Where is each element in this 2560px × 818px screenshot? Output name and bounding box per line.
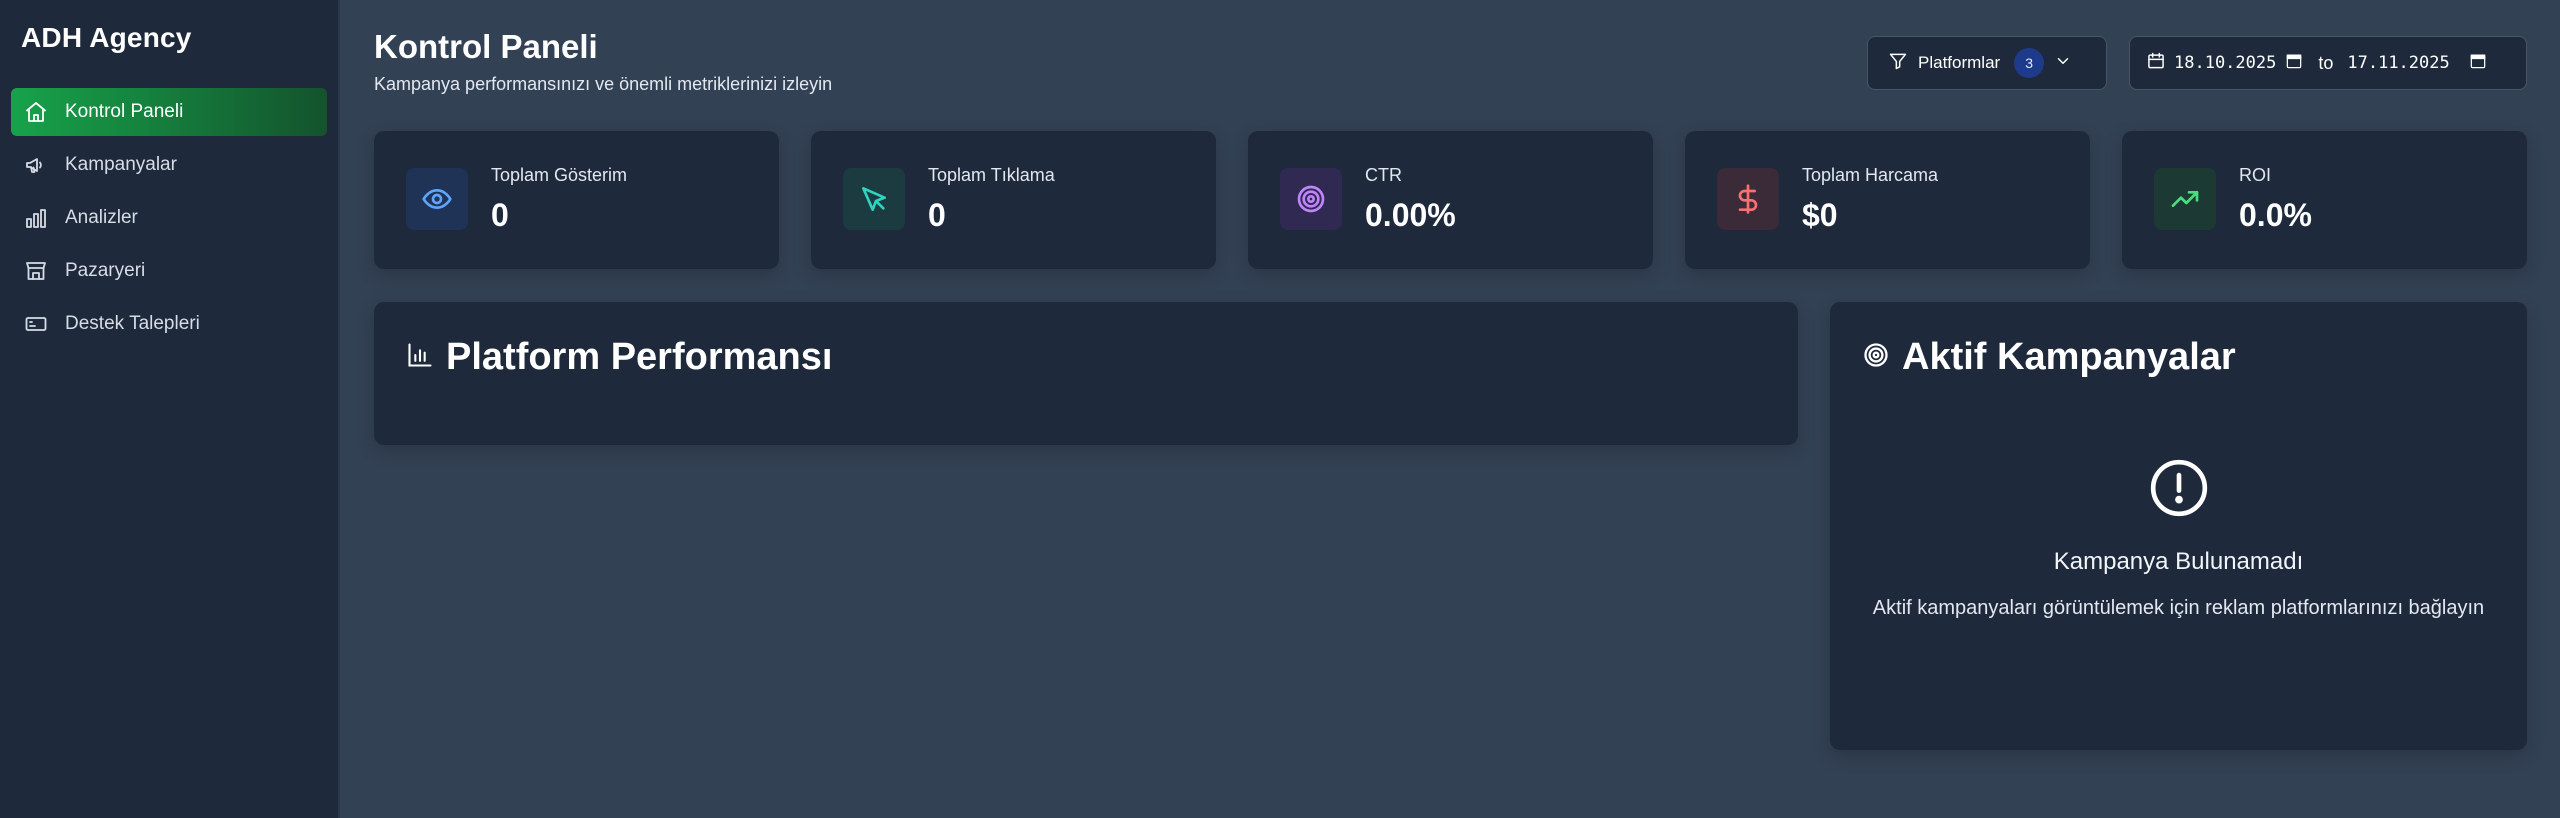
chevron-down-icon <box>2054 52 2072 75</box>
bar-chart-icon <box>23 205 49 231</box>
stat-value: 0.00% <box>1365 197 1456 233</box>
panel-title: Aktif Kampanyalar <box>1862 336 2236 379</box>
sidebar-item-label: Destek Talepleri <box>65 313 200 334</box>
platform-filter-label: Platformlar <box>1918 53 2001 72</box>
empty-state-description: Aktif kampanyaları görüntülemek için rek… <box>1872 597 2485 619</box>
filter-icon <box>1888 51 1908 76</box>
target-icon <box>1280 168 1342 230</box>
home-icon <box>23 99 49 125</box>
empty-state-title: Kampanya Bulunamadı <box>2053 548 2304 575</box>
sidebar-item-kampanyalar[interactable]: Kampanyalar <box>11 141 327 189</box>
stat-value: $0 <box>1802 197 1838 233</box>
store-icon <box>23 258 49 284</box>
sidebar-item-kontrol-paneli[interactable]: Kontrol Paneli <box>11 88 327 136</box>
eye-icon <box>406 168 468 230</box>
stat-label: Toplam Tıklama <box>928 165 1055 185</box>
date-range-picker: 18.10.2025 to 17.11.2025 <box>2129 36 2527 90</box>
date-to-input[interactable]: 17.11.2025 <box>2347 53 2449 73</box>
main-content: Kontrol Paneli Kampanya performansınızı … <box>340 0 2560 818</box>
sidebar-item-label: Pazaryeri <box>65 260 146 281</box>
platform-filter-button[interactable]: Platformlar 3 <box>1867 36 2107 90</box>
megaphone-icon <box>23 152 49 178</box>
panel-title: Platform Performansı <box>406 336 832 379</box>
stat-label: Toplam Gösterim <box>491 165 628 185</box>
cursor-icon <box>843 168 905 230</box>
sidebar-item-label: Analizler <box>65 207 138 228</box>
sidebar-item-label: Kontrol Paneli <box>65 101 184 122</box>
date-range-separator: to <box>2318 52 2334 73</box>
date-from-input[interactable]: 18.10.2025 <box>2174 53 2276 73</box>
stat-value: 0.0% <box>2239 197 2312 233</box>
panel-title-text: Platform Performansı <box>446 336 833 378</box>
dollar-icon <box>1717 168 1779 230</box>
trending-up-icon <box>2154 168 2216 230</box>
stat-card-roi: ROI 0.0% <box>2122 131 2527 269</box>
panel-title-text: Aktif Kampanyalar <box>1902 336 2236 378</box>
date-to-calendar-icon[interactable] <box>2468 51 2488 76</box>
platform-performance-panel: Platform Performansı <box>374 302 1798 445</box>
sidebar: ADH Agency Kontrol Paneli Kampanyalar An… <box>0 0 340 818</box>
stat-card-impressions: Toplam Gösterim 0 <box>374 131 779 269</box>
page-subtitle: Kampanya performansınızı ve önemli metri… <box>374 74 833 94</box>
page-title: Kontrol Paneli <box>374 28 598 65</box>
sidebar-item-pazaryeri[interactable]: Pazaryeri <box>11 247 327 295</box>
stat-label: Toplam Harcama <box>1802 165 1939 185</box>
brand-title: ADH Agency <box>21 22 192 53</box>
sidebar-item-analizler[interactable]: Analizler <box>11 194 327 242</box>
platform-count-badge: 3 <box>2014 48 2045 78</box>
alert-circle-icon <box>2148 457 2210 519</box>
stat-card-spend: Toplam Harcama $0 <box>1685 131 2090 269</box>
active-campaigns-panel: Aktif Kampanyalar Kampanya Bulunamadı Ak… <box>1830 302 2527 750</box>
target-icon <box>1862 336 1890 379</box>
stat-value: 0 <box>928 197 946 233</box>
date-from-calendar-icon[interactable] <box>2284 51 2304 76</box>
ticket-icon <box>23 311 49 337</box>
sidebar-item-label: Kampanyalar <box>65 154 177 175</box>
stat-label: CTR <box>1365 165 1402 185</box>
calendar-icon <box>2146 51 2166 76</box>
stat-value: 0 <box>491 197 509 233</box>
sidebar-item-destek-talepleri[interactable]: Destek Talepleri <box>11 300 327 348</box>
bar-chart-icon <box>406 336 434 379</box>
stat-card-clicks: Toplam Tıklama 0 <box>811 131 1216 269</box>
stat-card-ctr: CTR 0.00% <box>1248 131 1653 269</box>
stat-label: ROI <box>2239 165 2272 185</box>
